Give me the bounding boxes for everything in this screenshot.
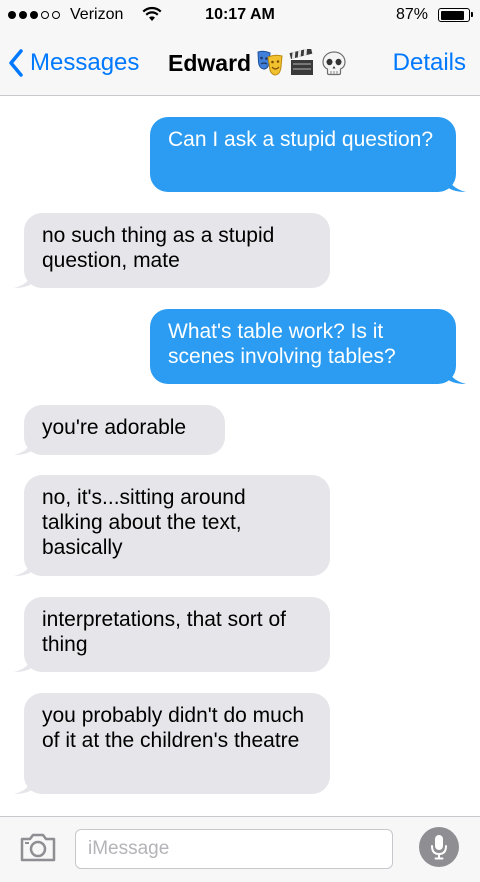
- details-button[interactable]: Details: [393, 49, 466, 77]
- camera-icon: [20, 833, 56, 862]
- message-text: no, it's...sitting around talking about …: [42, 486, 246, 559]
- theater-masks-icon: [257, 50, 283, 76]
- message-text: you probably didn't do much of it at the…: [42, 704, 305, 752]
- message-thread[interactable]: Can I ask a stupid question? no such thi…: [0, 96, 480, 816]
- bubble-tail: [14, 272, 34, 288]
- status-bar: Verizon 10:17 AM 87%: [0, 0, 480, 32]
- bubble-tail: [14, 439, 34, 455]
- message-text: What's table work? Is it scenes involvin…: [168, 320, 396, 368]
- imessage-input[interactable]: [75, 829, 393, 869]
- message-input-bar: [0, 816, 480, 882]
- skull-icon: [322, 51, 346, 76]
- bubble-tail: [14, 656, 34, 672]
- message-bubble[interactable]: interpretations, that sort of thing: [14, 597, 330, 672]
- bubble-tail: [14, 560, 34, 576]
- conversation-title[interactable]: Edward: [168, 49, 347, 77]
- battery-percentage: 87%: [395, 6, 428, 23]
- message-bubble[interactable]: no, it's...sitting around talking about …: [14, 475, 330, 576]
- contact-name: Edward: [168, 49, 252, 76]
- message-bubble[interactable]: no such thing as a stupid question, mate: [14, 213, 330, 288]
- clapper-board-icon: [289, 49, 314, 75]
- message-bubble[interactable]: Can I ask a stupid question?: [150, 117, 466, 192]
- camera-button[interactable]: [19, 831, 57, 863]
- back-to-messages-button[interactable]: Messages: [8, 46, 139, 80]
- microphone-button[interactable]: [419, 827, 459, 867]
- message-bubble[interactable]: What's table work? Is it scenes involvin…: [150, 309, 466, 384]
- bubble-tail: [14, 778, 34, 794]
- message-bubble[interactable]: you probably didn't do much of it at the…: [14, 693, 330, 794]
- bubble-tail: [446, 368, 466, 384]
- message-text: Can I ask a stupid question?: [168, 128, 434, 151]
- chevron-left-icon: [9, 49, 23, 77]
- navigation-bar: Messages Edward Details: [0, 32, 480, 96]
- message-text: interpretations, that sort of thing: [42, 608, 286, 656]
- battery-icon: [438, 8, 473, 22]
- message-text: no such thing as a stupid question, mate: [42, 224, 275, 272]
- message-bubble[interactable]: you're adorable: [14, 405, 225, 455]
- message-text: you're adorable: [42, 416, 187, 439]
- microphone-icon: [431, 835, 447, 860]
- back-button-label: Messages: [30, 49, 140, 76]
- bubble-tail: [446, 176, 466, 192]
- battery-level: [440, 10, 464, 20]
